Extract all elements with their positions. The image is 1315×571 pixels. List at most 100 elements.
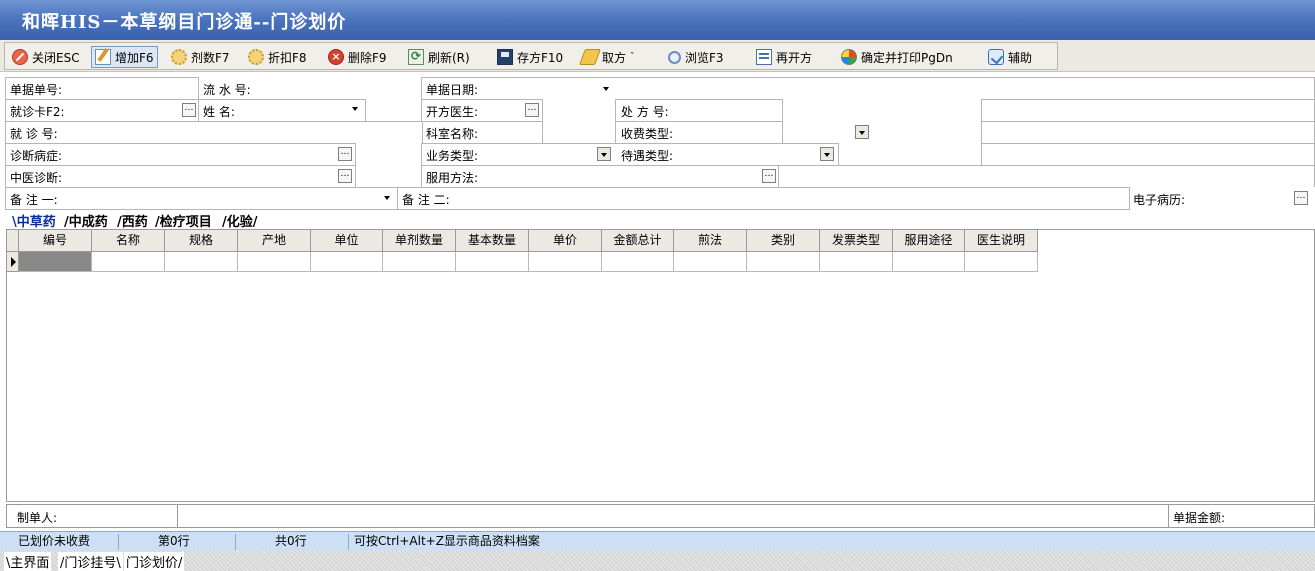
dose-button[interactable]: 剂数F7 [168,46,233,68]
fetch-rx-button[interactable]: 取方 ˅ [579,46,638,68]
usage-lookup-button[interactable]: … [762,169,776,183]
fee-type-dropdown-button[interactable] [855,125,869,139]
tcm-diag-label: 中医诊断: [10,171,63,185]
prescription-icon [756,49,772,65]
row-indicator-icon [7,252,19,272]
grid-cell[interactable] [238,252,311,272]
col-header[interactable]: 单位 [311,230,383,252]
sep [422,121,423,144]
sep [397,187,398,210]
tcm-diag-lookup-button[interactable]: … [338,169,352,183]
grid-cell[interactable] [456,252,529,272]
doctor-extra [542,99,616,122]
tab-exam[interactable]: /检疗项目 [155,211,212,230]
reopen-rx-button[interactable]: 再开方 [753,46,815,68]
window-tab-pricing-label: 门诊划价 [126,556,179,571]
aux-button[interactable]: 辅助 [985,46,1035,68]
grid-cell[interactable] [92,252,165,272]
date-dropdown-icon[interactable] [603,87,609,91]
refresh-button[interactable]: ⟳ 刷新(R) [405,46,473,68]
window-tab-registration[interactable]: /门诊挂号\ [58,552,123,571]
sep [778,165,779,188]
grid-cell[interactable] [893,252,965,272]
col-header[interactable]: 产地 [238,230,311,252]
rx-no-label: 处 方 号: [621,105,669,119]
add-button[interactable]: 增加F6 [91,46,158,68]
col-header[interactable]: 煎法 [674,230,747,252]
grid-cell[interactable] [383,252,456,272]
tab-lab[interactable]: /化验/ [222,211,258,230]
add-label: 增加F6 [115,50,154,65]
refresh-icon: ⟳ [408,49,424,65]
name-label: 姓 名: [203,105,235,119]
save-rx-button[interactable]: 存方F10 [494,46,566,68]
col-header[interactable]: 编号 [19,230,92,252]
card-lookup-button[interactable]: … [182,103,196,117]
grid-cell[interactable] [965,252,1038,272]
grid-cell[interactable] [602,252,674,272]
col-header[interactable]: 发票类型 [820,230,893,252]
col-header[interactable]: 医生说明 [965,230,1038,252]
diagnosis-label: 诊断病症: [10,149,63,163]
fee-type-field[interactable] [782,121,982,144]
diagnosis-extra [355,143,422,166]
delete-icon: × [328,49,344,65]
dept-field[interactable] [542,121,616,144]
grid-cell[interactable] [674,252,747,272]
grid-cell[interactable] [19,252,92,272]
tcm-extra [355,165,422,188]
help-icon [988,49,1004,65]
col-header[interactable]: 金额总计 [602,230,674,252]
window-tab-pricing[interactable]: 门诊划价/ [124,552,185,571]
emr-label: 电子病历: [1133,193,1186,207]
delete-label: 删除F9 [348,50,387,65]
remark1-dropdown-icon[interactable] [384,196,390,200]
maker-label: 制单人: [17,511,58,525]
grid-cell[interactable] [165,252,238,272]
tab-western[interactable]: /西药 [117,211,148,230]
grid-cell[interactable] [747,252,820,272]
treatment-type-dropdown-button[interactable] [820,147,834,161]
print-icon [841,49,857,65]
tab-herbal[interactable]: \中草药 [12,211,56,230]
name-dropdown-icon[interactable] [352,107,358,111]
doctor-lookup-button[interactable]: … [525,103,539,117]
remark2-label: 备 注 二: [402,193,450,207]
save-rx-label: 存方F10 [517,50,564,65]
col-header[interactable]: 类别 [747,230,820,252]
refresh-label: 刷新(R) [428,50,470,65]
tab-lab-label: 化验 [226,215,253,230]
col-header[interactable]: 规格 [165,230,238,252]
col-header[interactable]: 单剂数量 [383,230,456,252]
grid-cell[interactable] [820,252,893,272]
close-button[interactable]: 关闭ESC [9,46,83,68]
status-current-row: 第0行 [158,534,190,548]
business-type-dropdown-button[interactable] [597,147,611,161]
col-header[interactable]: 名称 [92,230,165,252]
discount-button[interactable]: 折扣F8 [245,46,310,68]
browse-button[interactable]: 浏览F3 [665,46,727,68]
serial-label: 流 水 号: [203,83,251,97]
diagnosis-lookup-button[interactable]: … [338,147,352,161]
rx-no-field[interactable] [782,99,982,122]
treatment-extra [838,143,982,166]
aux-label: 辅助 [1008,50,1033,65]
chevron-down-icon: ˅ [630,52,635,62]
grid-cell[interactable] [311,252,383,272]
col-header[interactable]: 服用途径 [893,230,965,252]
grid-cell[interactable] [529,252,602,272]
treatment-type-label: 待遇类型: [621,149,674,163]
tab-exam-label: 检疗项目 [159,215,212,230]
col-header[interactable]: 基本数量 [456,230,529,252]
tab-patent[interactable]: /中成药 [64,211,108,230]
business-type-label: 业务类型: [426,149,479,163]
confirm-print-button[interactable]: 确定并打印PgDn [838,46,956,68]
items-grid[interactable]: 编号 名称 规格 产地 单位 单剂数量 基本数量 单价 金额总计 煎法 类别 发… [6,229,1315,502]
col-header[interactable]: 单价 [529,230,602,252]
doctor-label: 开方医生: [426,105,479,119]
save-icon [497,49,513,65]
delete-button[interactable]: × 删除F9 [325,46,390,68]
window-tab-main[interactable]: \主界面 [4,552,52,571]
emr-lookup-button[interactable]: … [1294,191,1308,205]
discount-label: 折扣F8 [268,50,307,65]
